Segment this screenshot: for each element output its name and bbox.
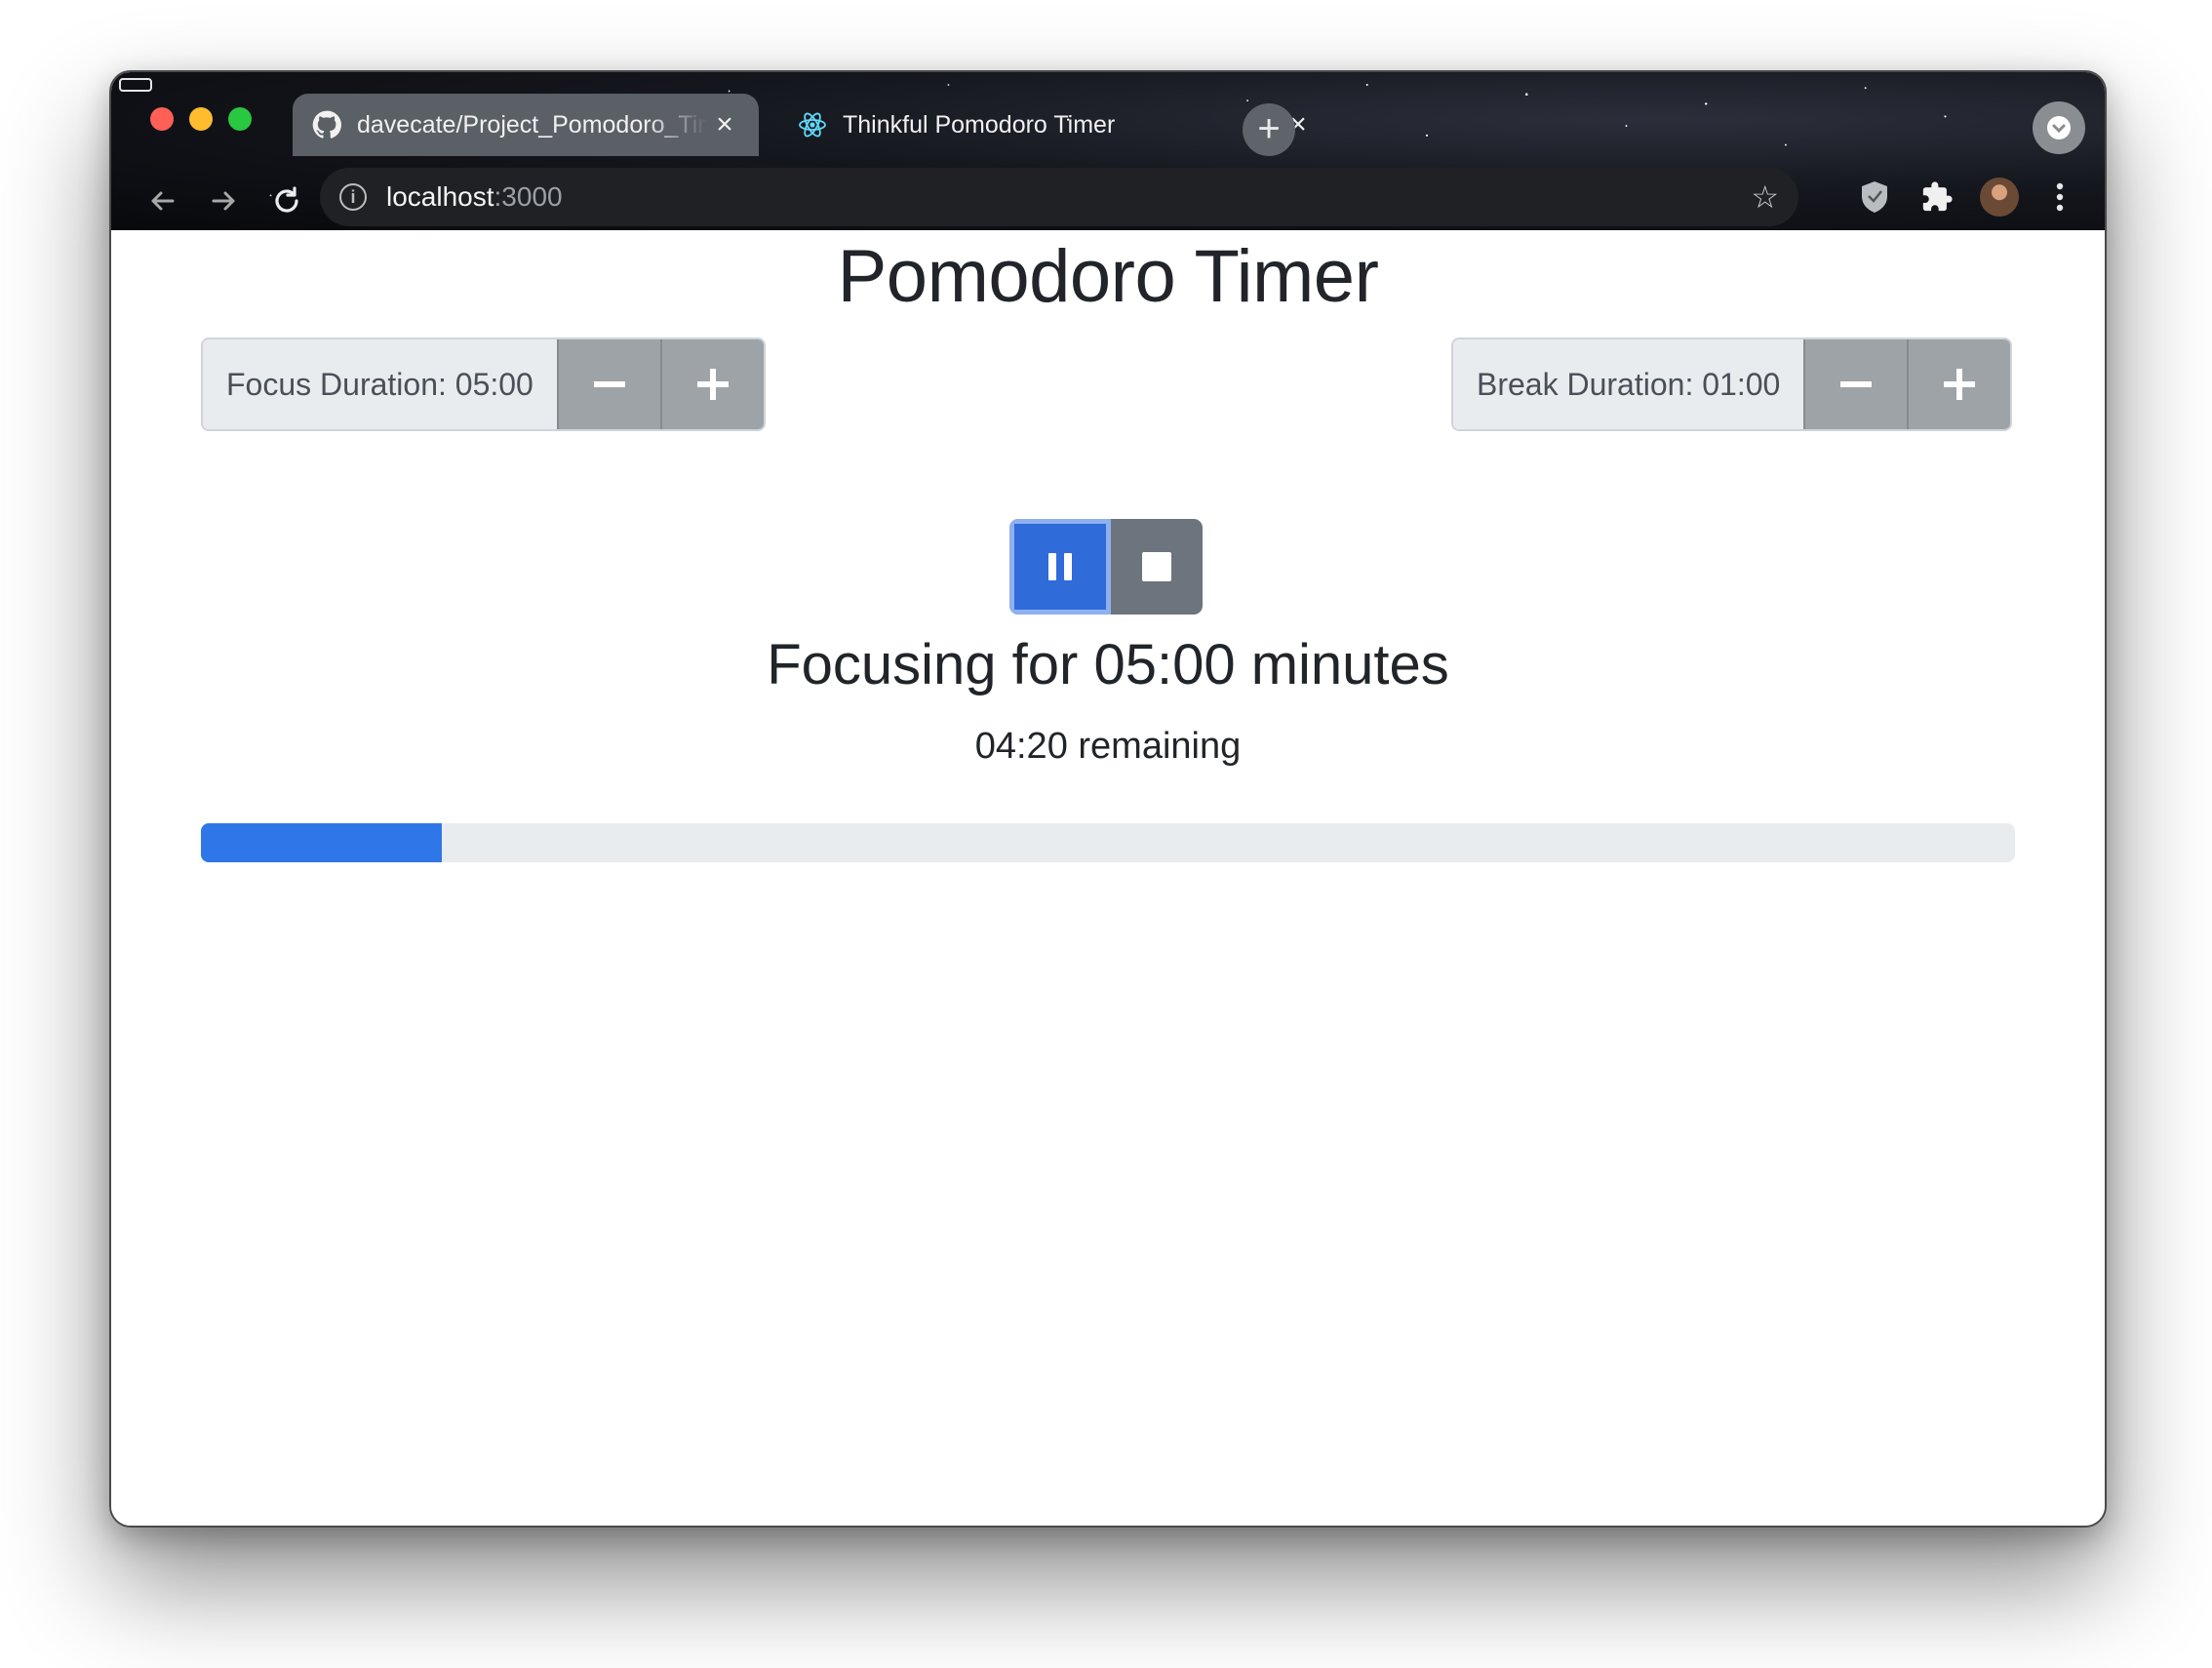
break-duration-group: Break Duration: 01:00: [1451, 338, 2013, 431]
tab-github[interactable]: davecate/Project_Pomodoro_Timer ×: [293, 94, 759, 156]
address-bar[interactable]: i localhost :3000 ☆: [320, 168, 1798, 226]
increase-focus-button[interactable]: [659, 339, 764, 429]
github-icon: [310, 108, 343, 141]
forward-button[interactable]: [203, 179, 246, 222]
decrease-focus-button[interactable]: [556, 339, 660, 429]
page-content: Pomodoro Timer Focus Duration: 05:00 Bre…: [111, 230, 2105, 1526]
avatar: [1980, 178, 2019, 217]
focus-duration-label: Focus Duration: 05:00: [203, 339, 557, 429]
close-window-button[interactable]: [150, 107, 174, 131]
browser-window: davecate/Project_Pomodoro_Timer × Thinkf…: [109, 70, 2107, 1528]
minimize-window-button[interactable]: [189, 107, 213, 131]
close-icon[interactable]: ×: [708, 110, 741, 139]
decrease-break-button[interactable]: [1803, 339, 1908, 429]
time-remaining: 04:20 remaining: [974, 726, 1242, 767]
extension-shield-button[interactable]: [1851, 174, 1898, 220]
plus-icon: [1944, 369, 1976, 400]
extensions-button[interactable]: [1914, 174, 1960, 220]
profile-avatar-button[interactable]: [1976, 174, 2023, 220]
maximize-window-button[interactable]: [228, 107, 252, 131]
browser-chrome: davecate/Project_Pomodoro_Timer × Thinkf…: [111, 72, 2105, 230]
tab-title: Thinkful Pomodoro Timer: [843, 110, 1116, 139]
stop-button[interactable]: [1111, 519, 1203, 615]
react-icon: [796, 108, 829, 141]
info-icon[interactable]: i: [339, 183, 367, 211]
plus-icon: [696, 369, 729, 400]
new-tab-button[interactable]: +: [1243, 103, 1295, 156]
more-vertical-icon: [2056, 182, 2064, 212]
url-host: localhost: [386, 181, 494, 212]
session-title: Focusing for 05:00 minutes: [767, 633, 1449, 696]
url-port: :3000: [494, 181, 563, 212]
play-pause-button[interactable]: [1009, 519, 1111, 615]
shield-icon: [1862, 181, 1887, 213]
puzzle-icon: [1922, 181, 1953, 212]
minus-icon: [1840, 381, 1873, 387]
tab-title: davecate/Project_Pomodoro_Timer: [357, 110, 708, 139]
browser-menu-button[interactable]: [2036, 174, 2083, 220]
timer-controls: [1009, 519, 1203, 615]
break-duration-label: Break Duration: 01:00: [1453, 339, 1804, 429]
progress-fill: [201, 823, 443, 862]
chevron-down-icon: [2047, 116, 2071, 139]
pause-icon: [1048, 553, 1072, 580]
back-button[interactable]: [140, 179, 183, 222]
reload-button[interactable]: [265, 179, 308, 222]
arrow-left-icon: [151, 191, 175, 211]
page-title: Pomodoro Timer: [837, 235, 1379, 318]
arrow-right-icon: [212, 191, 235, 211]
profile-menu-button[interactable]: [2033, 101, 2085, 154]
bookmark-star-icon[interactable]: ☆: [1751, 179, 1779, 216]
reload-icon: [275, 186, 298, 213]
minus-icon: [593, 381, 625, 387]
session-progress-bar: [201, 823, 2015, 862]
window-lock-indicator: [119, 78, 152, 92]
focus-duration-group: Focus Duration: 05:00: [201, 338, 766, 431]
increase-break-button[interactable]: [1907, 339, 2011, 429]
stop-icon: [1142, 552, 1171, 581]
